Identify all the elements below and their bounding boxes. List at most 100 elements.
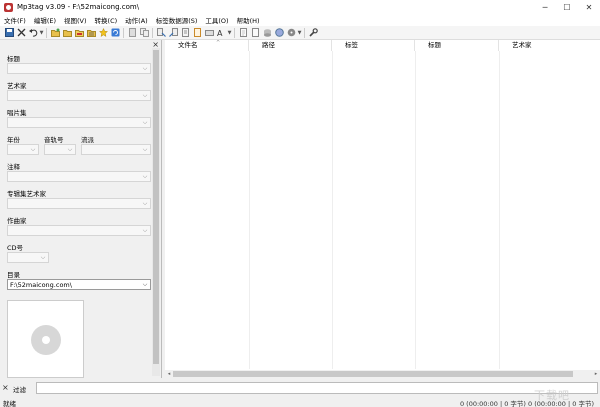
filter-input[interactable] — [36, 382, 598, 394]
column-header-tag[interactable]: 标签 — [332, 40, 415, 51]
artist-field[interactable]: ⌵ — [7, 90, 151, 101]
playlist-icon[interactable] — [86, 28, 96, 38]
tag-to-tag-icon[interactable] — [192, 28, 202, 38]
column-label: 艺术家 — [512, 41, 532, 49]
comment-label: 注释 — [7, 163, 20, 171]
chevron-down-icon[interactable]: ⌵ — [141, 280, 149, 289]
close-button[interactable]: ✕ — [578, 0, 600, 14]
chevron-down-icon[interactable]: ⌵ — [141, 199, 149, 208]
column-divider — [332, 51, 333, 369]
menu-view[interactable]: 视图(V) — [60, 15, 91, 25]
chevron-down-icon[interactable]: ⌵ — [141, 118, 149, 127]
track-label: 音轨号 — [44, 136, 64, 144]
chevron-down-icon[interactable]: ⌵ — [141, 226, 149, 235]
cut-icon[interactable] — [127, 28, 137, 38]
directory-field[interactable]: F:\52maicong.com\ ⌵ — [7, 279, 151, 290]
chevron-down-icon[interactable]: ⌵ — [39, 253, 47, 262]
album-artist-field[interactable]: ⌵ — [7, 198, 151, 209]
filter-label: 过滤 — [13, 386, 26, 394]
favorites-star-icon[interactable] — [98, 28, 108, 38]
copy-icon[interactable] — [139, 28, 149, 38]
column-headers: 文件名 ^ 路径 标签 标题 艺术家 — [165, 40, 600, 51]
change-directory-icon[interactable] — [50, 28, 60, 38]
save-icon[interactable] — [4, 28, 14, 38]
album-field[interactable]: ⌵ — [7, 117, 151, 128]
toolbar-separator — [152, 27, 153, 38]
directory-label: 目录 — [7, 271, 20, 279]
title-field[interactable]: ⌵ — [7, 63, 151, 74]
cd-number-field[interactable]: ⌵ — [7, 252, 49, 263]
sources-dropdown-icon[interactable]: ▼ — [297, 30, 302, 36]
options-wrench-icon[interactable] — [308, 28, 318, 38]
album-artist-label: 专辑集艺术家 — [7, 190, 46, 198]
column-label: 路径 — [262, 41, 275, 49]
title-label: 标题 — [7, 55, 20, 63]
open-folder-icon[interactable] — [74, 28, 84, 38]
chevron-down-icon[interactable]: ⌵ — [141, 172, 149, 181]
chevron-down-icon[interactable]: ⌵ — [29, 145, 37, 154]
chevron-down-icon[interactable]: ⌵ — [141, 145, 149, 154]
add-directory-icon[interactable] — [62, 28, 72, 38]
case-conversion-icon[interactable]: A — [216, 28, 226, 38]
composer-field[interactable]: ⌵ — [7, 225, 151, 236]
menu-tools[interactable]: 工具(O) — [201, 15, 232, 25]
column-header-path[interactable]: 路径 — [249, 40, 332, 51]
genre-field[interactable]: ⌵ — [81, 144, 151, 155]
file-list[interactable]: 文件名 ^ 路径 标签 标题 艺术家 ◂ ▸ — [165, 40, 600, 378]
scroll-left-icon[interactable]: ◂ — [165, 370, 173, 378]
menu-convert[interactable]: 转换(C) — [91, 15, 122, 25]
composer-label: 作曲家 — [7, 217, 27, 225]
filename-to-tag-icon[interactable] — [168, 28, 178, 38]
year-label: 年份 — [7, 136, 20, 144]
panel-scrollbar[interactable] — [152, 48, 160, 376]
menu-help[interactable]: 帮助(H) — [233, 15, 264, 25]
cd-sources-icon[interactable] — [286, 28, 296, 38]
status-text: 就绪 — [3, 400, 16, 407]
panel-scrollbar-thumb[interactable] — [153, 50, 159, 364]
menu-bar: 文件(F) 编辑(E) 视图(V) 转换(C) 动作(A) 标签数据源(S) 工… — [0, 14, 600, 26]
text-file-tag-icon[interactable] — [180, 28, 190, 38]
toolbar: ▼ A ▼ ▼ — [0, 26, 600, 40]
column-header-artist[interactable]: 艺术家 — [499, 40, 600, 51]
horizontal-scrollbar-thumb[interactable] — [173, 371, 573, 377]
column-label: 标签 — [345, 41, 358, 49]
freedb-icon[interactable] — [262, 28, 272, 38]
web-sources-icon[interactable] — [274, 28, 284, 38]
column-label: 文件名 — [178, 41, 198, 49]
chevron-down-icon[interactable]: ⌵ — [141, 64, 149, 73]
menu-file[interactable]: 文件(F) — [0, 15, 30, 25]
tag-to-filename-icon[interactable] — [156, 28, 166, 38]
maximize-button[interactable]: ☐ — [556, 0, 578, 14]
playlist-export-icon[interactable] — [250, 28, 260, 38]
horizontal-scrollbar[interactable]: ◂ ▸ — [165, 370, 600, 378]
column-divider — [499, 51, 500, 369]
chevron-down-icon[interactable]: ⌵ — [66, 145, 74, 154]
column-label: 标题 — [428, 41, 441, 49]
undo-dropdown-icon[interactable]: ▼ — [39, 30, 44, 36]
menu-edit[interactable]: 编辑(E) — [30, 15, 60, 25]
album-label: 唱片集 — [7, 109, 27, 117]
toolbar-separator — [123, 27, 124, 38]
column-header-title[interactable]: 标题 — [415, 40, 499, 51]
minimize-button[interactable]: ─ — [534, 0, 556, 14]
filter-bar: × 过滤 — [0, 380, 600, 396]
chevron-down-icon[interactable]: ⌵ — [141, 91, 149, 100]
export-icon[interactable] — [238, 28, 248, 38]
comment-field[interactable]: ⌵ — [7, 171, 151, 182]
album-cover[interactable] — [7, 300, 84, 378]
case-dropdown-icon[interactable]: ▼ — [227, 30, 232, 36]
year-field[interactable]: ⌵ — [7, 144, 39, 155]
column-header-filename[interactable]: 文件名 ^ — [165, 40, 249, 51]
menu-actions[interactable]: 动作(A) — [121, 15, 152, 25]
remove-tag-icon[interactable] — [16, 28, 26, 38]
autonumbering-icon[interactable] — [204, 28, 214, 38]
toolbar-separator — [304, 27, 305, 38]
scroll-right-icon[interactable]: ▸ — [592, 370, 600, 378]
genre-label: 流派 — [81, 136, 94, 144]
title-bar: Mp3tag v3.09 - F:\52maicong.com\ ─ ☐ ✕ — [0, 0, 600, 14]
filter-close-icon[interactable]: × — [2, 383, 9, 392]
undo-icon[interactable] — [28, 28, 38, 38]
track-field[interactable]: ⌵ — [44, 144, 76, 155]
refresh-icon[interactable] — [110, 28, 120, 38]
menu-tag-sources[interactable]: 标签数据源(S) — [152, 15, 202, 25]
